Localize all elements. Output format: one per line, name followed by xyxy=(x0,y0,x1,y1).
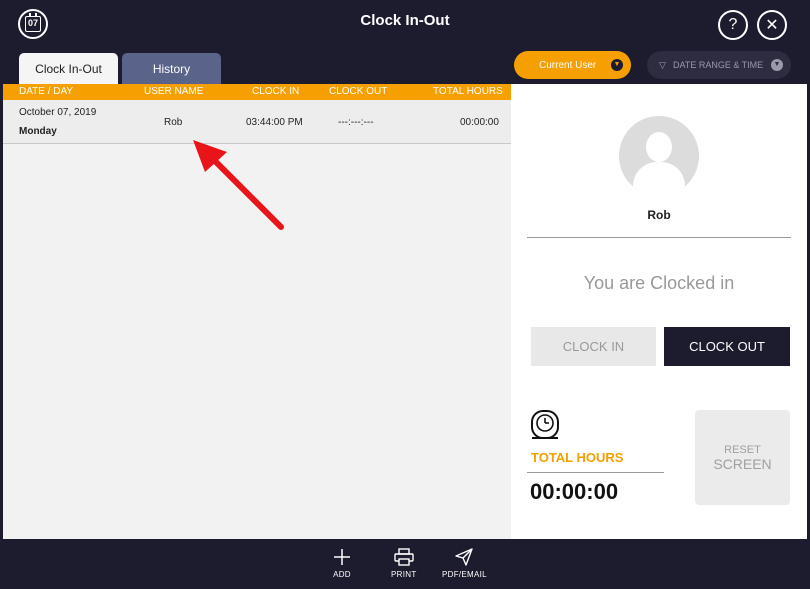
pdf-email-button[interactable]: PDF/EMAIL xyxy=(442,547,487,579)
printer-icon xyxy=(394,547,414,567)
reset-label-line2: SCREEN xyxy=(713,455,772,472)
total-hours-value: 00:00:00 xyxy=(530,479,619,504)
print-button[interactable]: PRINT xyxy=(391,547,417,579)
user-name: Rob xyxy=(647,208,671,222)
question-icon: ? xyxy=(728,16,738,33)
clock-icon xyxy=(531,410,559,439)
chevron-down-icon: ▼ xyxy=(611,59,623,71)
row-total-hours: 00:00:00 xyxy=(460,117,499,128)
clock-in-out-app: 07 Clock In-Out ? ✕ Clock In-Out History… xyxy=(0,0,810,589)
tab-history[interactable]: History xyxy=(122,53,221,84)
table-header: DATE / DAY USER NAME CLOCK IN CLOCK OUT … xyxy=(3,84,511,100)
avatar-body xyxy=(633,162,685,196)
print-label: PRINT xyxy=(391,570,417,579)
annotation-arrow-icon xyxy=(193,140,284,230)
pdf-email-label: PDF/EMAIL xyxy=(442,570,487,579)
row-user: Rob xyxy=(164,117,183,128)
chevron-down-icon: ▼ xyxy=(771,59,783,71)
avatar-head xyxy=(646,132,672,162)
total-hours-label: TOTAL HOURS xyxy=(531,450,624,465)
column-header-total-hours: TOTAL HOURS xyxy=(433,86,503,97)
clock-out-button[interactable]: CLOCK OUT xyxy=(664,327,790,366)
page-title: Clock In-Out xyxy=(360,12,450,29)
reset-label-line1: RESET xyxy=(724,443,761,456)
clock-status: You are Clocked in xyxy=(583,273,735,293)
row-date: October 07, 2019 xyxy=(19,107,97,118)
date-range-filter[interactable]: ▽ DATE RANGE & TIME ▼ xyxy=(647,51,791,79)
row-day: Monday xyxy=(19,126,57,137)
column-header-date: DATE / DAY xyxy=(19,86,74,97)
clock-in-button[interactable]: CLOCK IN xyxy=(531,327,656,366)
close-button[interactable]: ✕ xyxy=(757,10,787,40)
current-user-label: Current User xyxy=(539,59,597,71)
row-clock-out: ---:---:--- xyxy=(338,117,374,128)
total-hours-divider xyxy=(527,472,664,473)
reset-screen-button[interactable]: RESET SCREEN xyxy=(695,410,790,505)
filter-icon: ▽ xyxy=(659,60,666,70)
divider xyxy=(527,237,791,238)
add-button[interactable]: ADD xyxy=(333,547,351,579)
header-bar: 07 Clock In-Out ? ✕ xyxy=(0,0,810,44)
tabs-row: Clock In-Out History Current User ▼ ▽ DA… xyxy=(3,44,807,84)
send-icon xyxy=(455,547,474,567)
avatar xyxy=(619,116,699,196)
help-button[interactable]: ? xyxy=(718,10,748,40)
user-panel: Rob You are Clocked in CLOCK IN CLOCK OU… xyxy=(511,84,807,539)
tab-clock-in-out[interactable]: Clock In-Out xyxy=(19,53,118,84)
plus-icon xyxy=(333,547,351,567)
column-header-clock-in: CLOCK IN xyxy=(252,86,300,97)
column-header-user: USER NAME xyxy=(144,86,204,97)
close-icon: ✕ xyxy=(765,17,779,34)
date-range-label: DATE RANGE & TIME xyxy=(673,60,764,70)
footer-toolbar: ADD PRINT PDF/EMAIL xyxy=(3,539,807,586)
column-header-clock-out: CLOCK OUT xyxy=(329,86,388,97)
add-label: ADD xyxy=(333,570,351,579)
current-user-dropdown[interactable]: Current User ▼ xyxy=(514,51,631,79)
row-clock-in: 03:44:00 PM xyxy=(246,117,303,128)
